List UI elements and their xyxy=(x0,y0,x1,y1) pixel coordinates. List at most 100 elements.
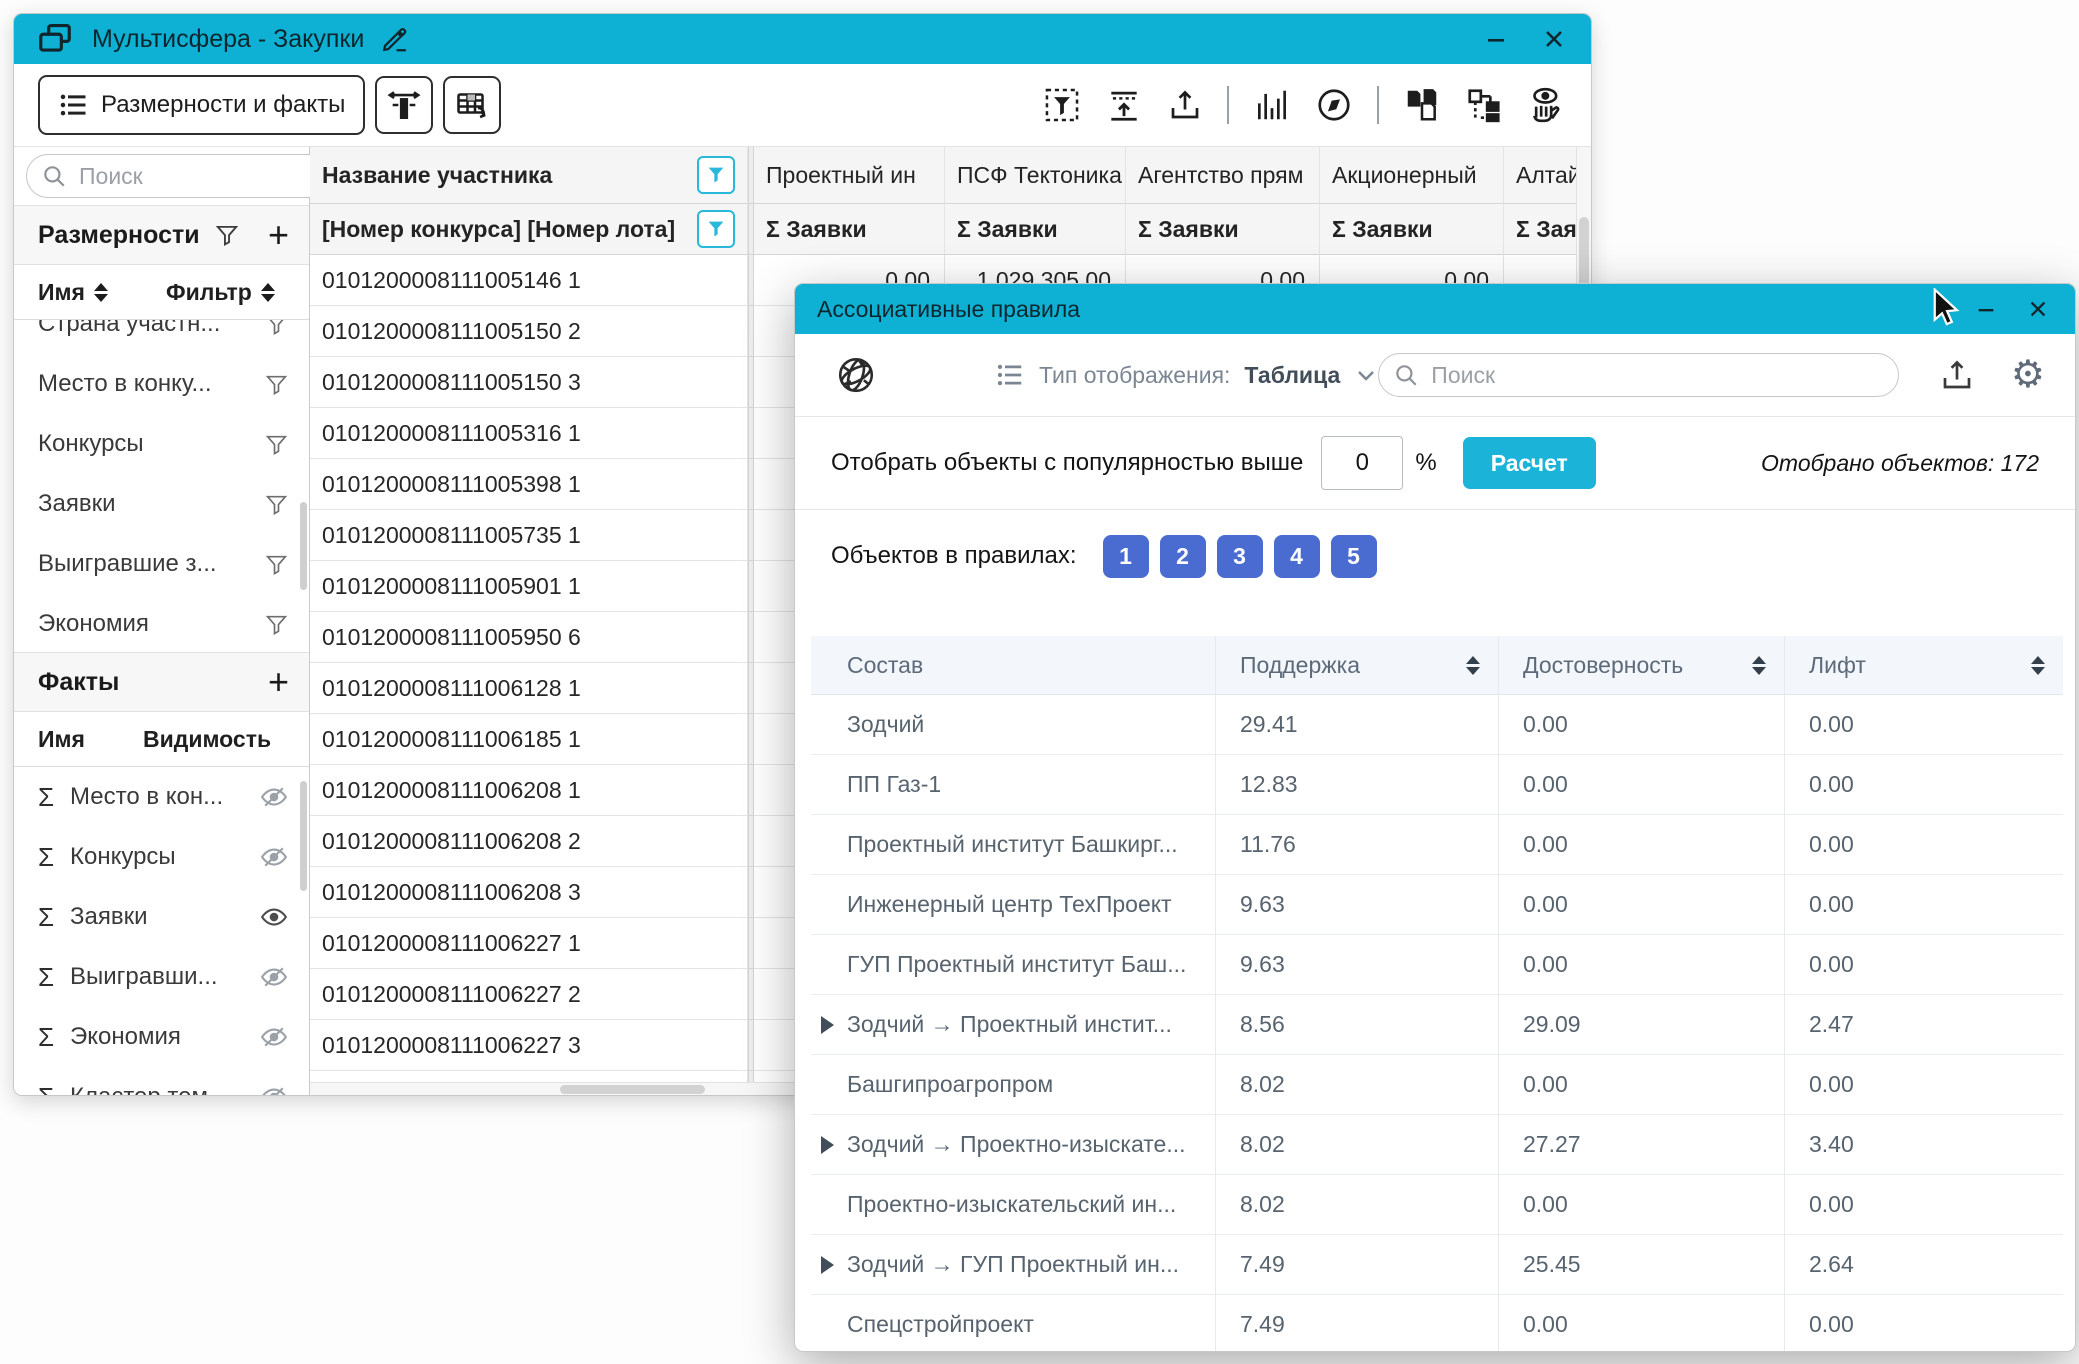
rule-row[interactable]: Зодчий → ГУП Проектный ин... 7.49 25.45 … xyxy=(811,1235,2063,1295)
measure-header[interactable]: Σ Заявки xyxy=(754,204,945,255)
rule-row[interactable]: Спецстройпроект 7.49 0.00 0.00 xyxy=(811,1295,2063,1352)
sort-icon[interactable] xyxy=(261,283,275,302)
chart-icon[interactable] xyxy=(1253,86,1291,124)
dialog-search-input[interactable] xyxy=(1429,361,1884,390)
name-column-header[interactable]: Имя xyxy=(38,279,85,306)
visibility-eye-icon[interactable] xyxy=(259,782,289,812)
filter-selection-icon[interactable] xyxy=(1043,86,1081,124)
expand-icon[interactable] xyxy=(821,1136,834,1154)
rule-row[interactable]: ПП Газ-1 12.83 0.00 0.00 xyxy=(811,755,2063,815)
dimension-item[interactable]: Выигравшие з... xyxy=(14,534,309,594)
column-header[interactable]: Алтай xyxy=(1504,147,1577,204)
copy-sheet-icon[interactable] xyxy=(1403,86,1441,124)
filter-icon[interactable] xyxy=(264,612,289,637)
column-header[interactable]: Проектный ин xyxy=(754,147,945,204)
sort-icon[interactable] xyxy=(1752,656,1766,675)
rule-size-chip[interactable]: 1 xyxy=(1103,535,1149,578)
rule-row[interactable]: Зодчий → Проектный инстит... 8.56 29.09 … xyxy=(811,995,2063,1055)
visibility-eye-icon[interactable] xyxy=(259,1022,289,1052)
fact-item[interactable]: Σ Конкурсы xyxy=(14,827,309,887)
confidence-header[interactable]: Достоверность xyxy=(1498,636,1784,695)
column-header[interactable]: ПСФ Тектоника xyxy=(945,147,1126,204)
rule-size-chip[interactable]: 2 xyxy=(1160,535,1206,578)
calculate-button[interactable]: Расчет xyxy=(1463,437,1596,489)
popularity-threshold-input[interactable] xyxy=(1321,436,1403,490)
minimize-button[interactable] xyxy=(1481,24,1511,54)
dimension-item[interactable]: Заявки xyxy=(14,474,309,534)
rule-size-chip[interactable]: 4 xyxy=(1274,535,1320,578)
gear-icon[interactable]: ⚙ xyxy=(2011,356,2045,394)
filter-icon[interactable] xyxy=(264,372,289,397)
support-header[interactable]: Поддержка xyxy=(1215,636,1498,695)
filter-button[interactable] xyxy=(697,210,735,248)
sort-icon[interactable] xyxy=(1466,656,1480,675)
visibility-column-header[interactable]: Видимость xyxy=(143,726,271,753)
filter-icon[interactable] xyxy=(264,552,289,577)
sort-icon[interactable] xyxy=(94,283,108,302)
visibility-eye-icon[interactable] xyxy=(259,1082,289,1096)
rule-row[interactable]: Инженерный центр ТехПроект 9.63 0.00 0.0… xyxy=(811,875,2063,935)
visibility-eye-icon[interactable] xyxy=(259,842,289,872)
expand-icon[interactable] xyxy=(821,1016,834,1034)
filter-column-header[interactable]: Фильтр xyxy=(166,279,252,306)
add-dimension-button[interactable]: + xyxy=(268,217,289,253)
column-header[interactable]: Акционерный xyxy=(1320,147,1504,204)
export-icon[interactable] xyxy=(1167,87,1203,123)
dimension-item[interactable]: Место в конку... xyxy=(14,354,309,414)
dialog-minimize-button[interactable] xyxy=(1971,294,2001,324)
dimensions-scrollbar[interactable] xyxy=(300,502,307,590)
column-header[interactable]: Агентство прям xyxy=(1126,147,1320,204)
row-dim-title[interactable]: Название участника xyxy=(322,162,552,189)
visibility-eye-icon[interactable] xyxy=(259,962,289,992)
measure-header[interactable]: Σ Заявки xyxy=(1504,204,1577,255)
rule-row[interactable]: Башгипроагропром 8.02 0.00 0.00 xyxy=(811,1055,2063,1115)
column-width-button[interactable] xyxy=(375,76,433,134)
dimensions-facts-button[interactable]: Размерности и факты xyxy=(38,75,365,135)
dimension-item[interactable]: Конкурсы xyxy=(14,414,309,474)
close-button[interactable] xyxy=(1539,24,1569,54)
composition-header[interactable]: Состав xyxy=(811,636,1215,695)
globe-icon[interactable] xyxy=(835,354,877,396)
dialog-close-button[interactable] xyxy=(2023,294,2053,324)
collapse-to-top-icon[interactable] xyxy=(1105,86,1143,124)
edit-title-icon[interactable] xyxy=(380,24,410,54)
add-fact-button[interactable]: + xyxy=(268,664,289,700)
table-layout-button[interactable] xyxy=(443,76,501,134)
filter-icon[interactable] xyxy=(264,432,289,457)
visibility-eye-icon[interactable] xyxy=(259,902,289,932)
rule-row[interactable]: Проектно-изыскательский ин... 8.02 0.00 … xyxy=(811,1175,2063,1235)
dimension-item[interactable]: Страна участн... xyxy=(14,320,309,354)
fact-item[interactable]: Σ Место в кон... xyxy=(14,767,309,827)
filter-icon[interactable] xyxy=(214,222,240,248)
rule-row[interactable]: Проектный институт Башкирг... 11.76 0.00… xyxy=(811,815,2063,875)
filter-button[interactable] xyxy=(697,156,735,194)
hierarchy-icon[interactable] xyxy=(1465,86,1503,124)
rule-size-chip[interactable]: 5 xyxy=(1331,535,1377,578)
name-column-header[interactable]: Имя xyxy=(38,726,85,753)
rule-row[interactable]: Зодчий → Проектно-изыскате... 8.02 27.27… xyxy=(811,1115,2063,1175)
rule-row[interactable]: Зодчий 29.41 0.00 0.00 xyxy=(811,695,2063,755)
filter-icon[interactable] xyxy=(264,492,289,517)
dimension-item[interactable]: Экономия xyxy=(14,594,309,652)
measure-header[interactable]: Σ Заявки xyxy=(1126,204,1320,255)
row-dim-subtitle[interactable]: [Номер конкурса] [Номер лота] xyxy=(322,216,675,243)
dialog-search[interactable] xyxy=(1378,353,1899,397)
display-type-select[interactable]: Тип отображения: Таблица xyxy=(995,360,1378,390)
lift-header[interactable]: Лифт xyxy=(1784,636,2063,695)
fact-item[interactable]: Σ Кластер тем... xyxy=(14,1067,309,1096)
rule-confidence: 29.09 xyxy=(1498,995,1784,1055)
compass-icon[interactable] xyxy=(1315,86,1353,124)
rule-row[interactable]: ГУП Проектный институт Баш... 9.63 0.00 … xyxy=(811,935,2063,995)
sort-icon[interactable] xyxy=(2031,656,2045,675)
measure-header[interactable]: Σ Заявки xyxy=(945,204,1126,255)
rule-size-chip[interactable]: 3 xyxy=(1217,535,1263,578)
facts-scrollbar[interactable] xyxy=(300,781,307,891)
measure-header[interactable]: Σ Заявки xyxy=(1320,204,1504,255)
preview-hand-icon[interactable] xyxy=(1527,85,1567,125)
fact-item[interactable]: Σ Заявки xyxy=(14,887,309,947)
fact-item[interactable]: Σ Экономия xyxy=(14,1007,309,1067)
expand-icon[interactable] xyxy=(821,1256,834,1274)
filter-icon[interactable] xyxy=(264,320,289,337)
dialog-export-icon[interactable] xyxy=(1939,357,1975,393)
fact-item[interactable]: Σ Выигравши... xyxy=(14,947,309,1007)
